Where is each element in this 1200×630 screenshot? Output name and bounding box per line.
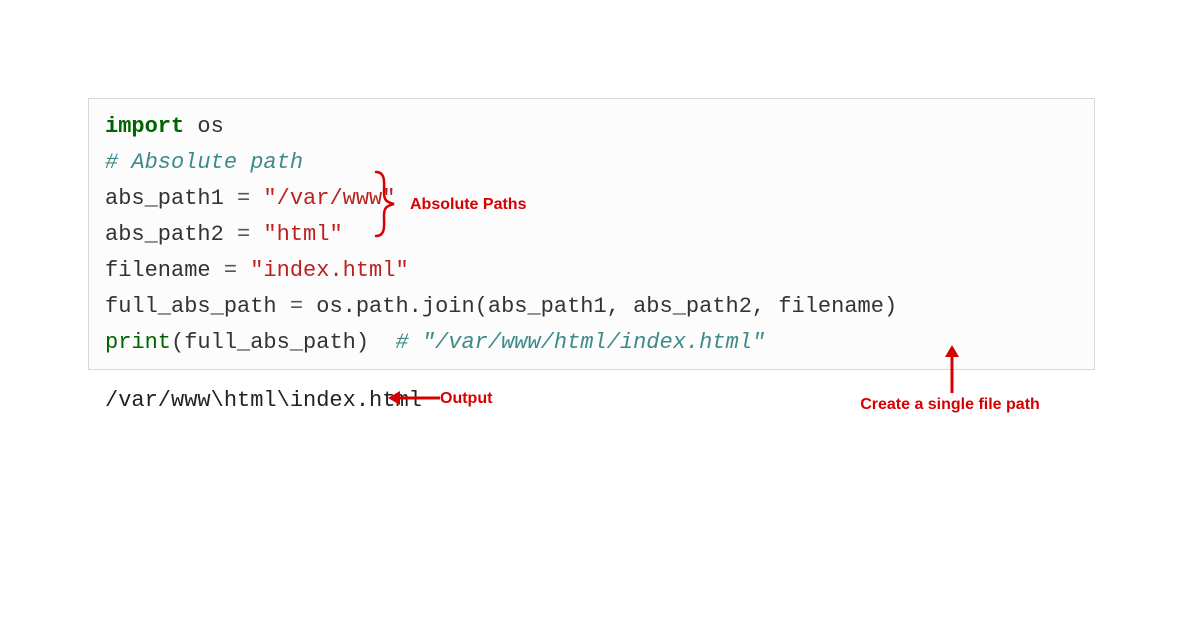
annotation-output: Output (440, 390, 492, 408)
string-var-www: "/var/www" (250, 186, 395, 211)
operator-eq: = (237, 186, 250, 211)
code-line-5: filename = "index.html" (105, 253, 1078, 289)
builtin-print: print (105, 330, 171, 355)
var-filename: filename (105, 258, 224, 283)
string-index-html: "index.html" (237, 258, 409, 283)
code-line-7: print(full_abs_path) # "/var/www/html/in… (105, 325, 1078, 361)
code-line-4: abs_path2 = "html" (105, 217, 1078, 253)
code-line-comment: # Absolute path (105, 145, 1078, 181)
comment-text: # Absolute path (105, 150, 303, 175)
code-block: import os # Absolute path abs_path1 = "/… (88, 98, 1095, 370)
var-full-abs-path: full_abs_path (105, 294, 290, 319)
annotation-absolute-paths: Absolute Paths (410, 196, 526, 214)
operator-eq: = (290, 294, 303, 319)
annotation-single-file-path: Create a single file path (860, 395, 1040, 415)
code-line-3: abs_path1 = "/var/www" (105, 181, 1078, 217)
operator-eq: = (237, 222, 250, 247)
var-abs-path2: abs_path2 (105, 222, 237, 247)
inline-comment: # "/var/www/html/index.html" (395, 330, 765, 355)
output-text: /var/www\html\index.html (105, 388, 422, 413)
print-args: (full_abs_path) (171, 330, 395, 355)
string-html: "html" (250, 222, 342, 247)
os-path-join-call: os.path.join(abs_path1, abs_path2, filen… (303, 294, 897, 319)
code-line-1: import os (105, 109, 1078, 145)
module-name: os (184, 114, 224, 139)
operator-eq: = (224, 258, 237, 283)
code-line-6: full_abs_path = os.path.join(abs_path1, … (105, 289, 1078, 325)
keyword-import: import (105, 114, 184, 139)
var-abs-path1: abs_path1 (105, 186, 237, 211)
